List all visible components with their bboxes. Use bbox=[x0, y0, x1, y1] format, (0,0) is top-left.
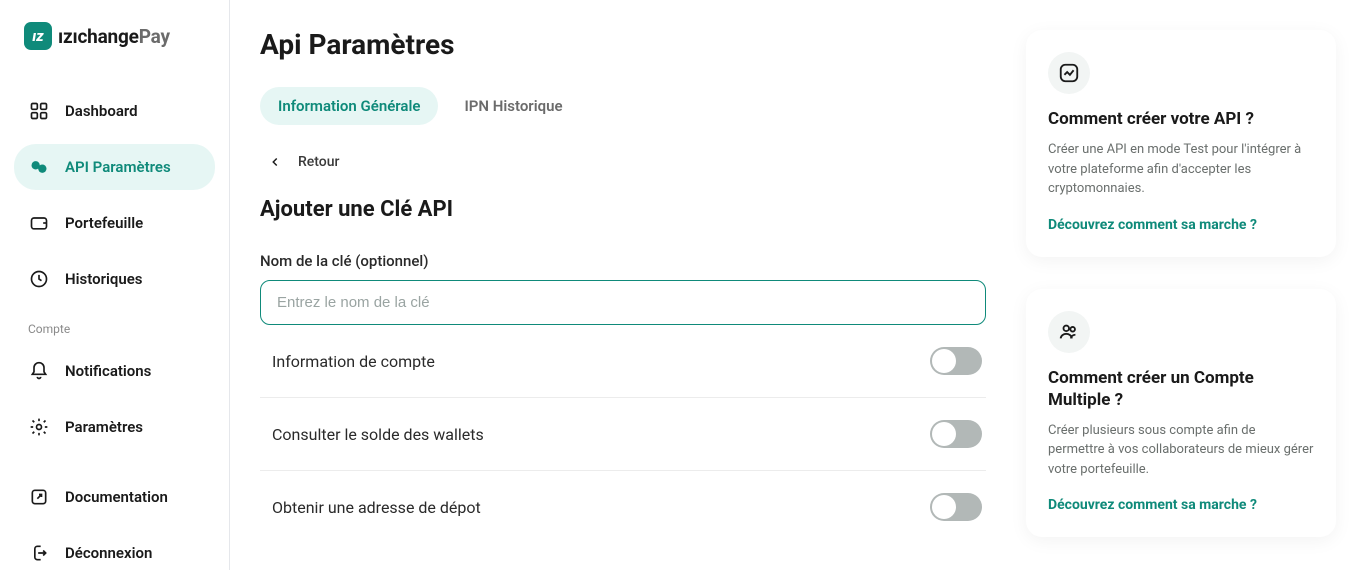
sidebar: ız ızıchangePay Dashboard API Paramètres… bbox=[0, 0, 230, 570]
info-cards-column: Comment créer votre API ? Créer une API … bbox=[1026, 28, 1336, 570]
permission-toggle-deposit-address[interactable] bbox=[930, 493, 982, 521]
info-card-body: Créer une API en mode Test pour l'intégr… bbox=[1048, 140, 1314, 199]
sidebar-item-label: Dashboard bbox=[65, 102, 138, 120]
info-card-title: Comment créer votre API ? bbox=[1048, 108, 1314, 130]
sidebar-item-api-parametres[interactable]: API Paramètres bbox=[14, 144, 215, 190]
info-card-multi-account: Comment créer un Compte Multiple ? Créer… bbox=[1026, 289, 1336, 538]
content-column: Api Paramètres Information Générale IPN … bbox=[260, 28, 986, 570]
key-name-label: Nom de la clé (optionnel) bbox=[260, 252, 986, 270]
permission-toggle-account-info[interactable] bbox=[930, 347, 982, 375]
permission-toggle-wallet-balance[interactable] bbox=[930, 420, 982, 448]
logout-icon bbox=[28, 542, 50, 564]
info-card-title: Comment créer un Compte Multiple ? bbox=[1048, 367, 1314, 411]
info-card-link[interactable]: Découvrez comment sa marche ? bbox=[1048, 497, 1314, 513]
back-label: Retour bbox=[298, 154, 340, 170]
main-area: Api Paramètres Information Générale IPN … bbox=[230, 0, 1366, 570]
sidebar-item-label: Documentation bbox=[65, 488, 168, 506]
tab-information-generale[interactable]: Information Générale bbox=[260, 87, 438, 125]
sidebar-item-label: Déconnexion bbox=[65, 544, 152, 562]
page-title: Api Paramètres bbox=[260, 28, 986, 61]
info-card-link[interactable]: Découvrez comment sa marche ? bbox=[1048, 217, 1314, 233]
grid-icon bbox=[28, 100, 50, 122]
sidebar-item-parametres[interactable]: Paramètres bbox=[14, 404, 215, 450]
sidebar-item-label: Paramètres bbox=[65, 418, 143, 436]
gear-icon bbox=[28, 416, 50, 438]
info-card-body: Créer plusieurs sous compte afin de perm… bbox=[1048, 421, 1314, 480]
bell-icon bbox=[28, 360, 50, 382]
brand-name: ızıchangePay bbox=[58, 25, 170, 48]
brand-mark-icon: ız bbox=[24, 22, 52, 50]
clock-icon bbox=[28, 268, 50, 290]
wallet-icon bbox=[28, 212, 50, 234]
back-button[interactable]: Retour bbox=[260, 153, 986, 171]
permission-label: Consulter le solde des wallets bbox=[272, 425, 484, 444]
sidebar-item-deconnexion[interactable]: Déconnexion bbox=[14, 530, 215, 576]
sidebar-item-documentation[interactable]: Documentation bbox=[14, 474, 215, 520]
brand-logo[interactable]: ız ızıchangePay bbox=[14, 22, 215, 50]
sidebar-item-notifications[interactable]: Notifications bbox=[14, 348, 215, 394]
permission-row: Consulter le solde des wallets bbox=[260, 398, 986, 471]
sidebar-item-historiques[interactable]: Historiques bbox=[14, 256, 215, 302]
sidebar-item-label: Notifications bbox=[65, 362, 151, 380]
permission-label: Information de compte bbox=[272, 352, 435, 371]
tab-ipn-historique[interactable]: IPN Historique bbox=[446, 87, 580, 125]
sidebar-item-dashboard[interactable]: Dashboard bbox=[14, 88, 215, 134]
info-card-create-api: Comment créer votre API ? Créer une API … bbox=[1026, 30, 1336, 257]
key-name-input[interactable] bbox=[260, 280, 986, 325]
section-title: Ajouter une Clé API bbox=[260, 197, 986, 222]
sidebar-item-portefeuille[interactable]: Portefeuille bbox=[14, 200, 215, 246]
sidebar-item-label: Historiques bbox=[65, 270, 143, 288]
external-link-icon bbox=[28, 486, 50, 508]
chart-icon bbox=[1048, 52, 1090, 94]
users-icon bbox=[1048, 311, 1090, 353]
sidebar-section-label: Compte bbox=[14, 312, 215, 338]
chevron-left-icon bbox=[266, 153, 284, 171]
tab-bar: Information Générale IPN Historique bbox=[260, 87, 986, 125]
permission-label: Obtenir une adresse de dépot bbox=[272, 498, 481, 517]
permission-row: Information de compte bbox=[260, 325, 986, 398]
sidebar-item-label: Portefeuille bbox=[65, 214, 143, 232]
api-icon bbox=[28, 156, 50, 178]
permission-row: Obtenir une adresse de dépot bbox=[260, 471, 986, 543]
sidebar-item-label: API Paramètres bbox=[65, 158, 171, 176]
